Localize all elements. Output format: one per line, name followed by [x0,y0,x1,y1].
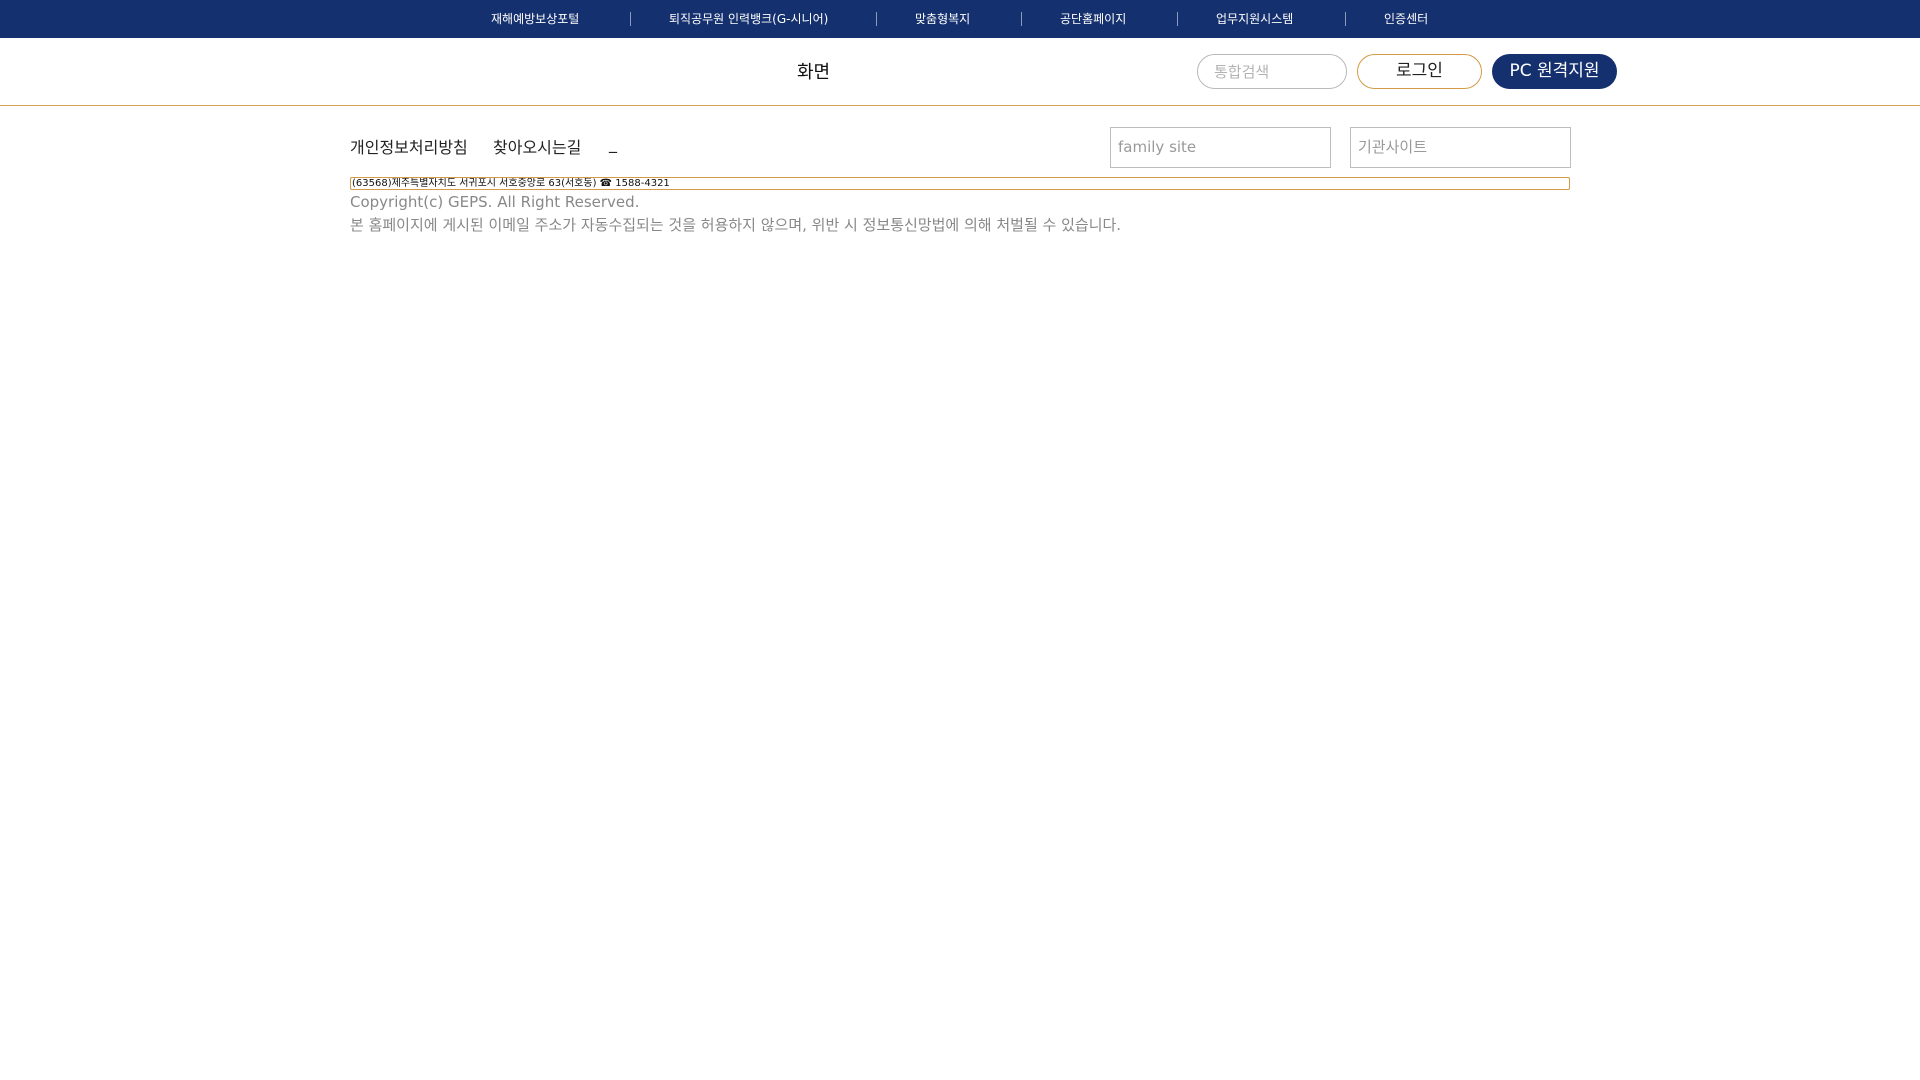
footer-address: (63568)제주특별자치도 서귀포시 서호중앙로 63(서호동) ☎ 1588… [350,177,1570,190]
directions-link[interactable]: 찾아오시는길 [493,134,581,158]
pc-remote-support-button[interactable]: PC 원격지원 [1492,54,1617,89]
topbar-link-disaster-portal[interactable]: 재해예방보상포털 [491,0,579,38]
privacy-policy-link[interactable]: 개인정보처리방침 [350,134,468,158]
topbar-link-work-system[interactable]: 업무지원시스템 [1216,0,1293,38]
agency-site-select[interactable]: 기관사이트 [1350,127,1571,168]
topbar-divider [1345,12,1346,26]
page-title: 화면 [797,62,831,83]
family-site-select[interactable]: family site [1110,127,1331,168]
topbar-link-corp-homepage[interactable]: 공단홈페이지 [1060,0,1126,38]
footer-email-notice: 본 홈페이지에 게시된 이메일 주소가 자동수집되는 것을 허용하지 않으며, … [350,216,1122,234]
topbar-link-g-senior[interactable]: 퇴직공무원 인력뱅크(G-시니어) [669,0,828,38]
search-input[interactable] [1197,54,1347,89]
site-header: 화면 로그인 PC 원격지원 [0,38,1920,106]
top-utility-bar: 재해예방보상포털 퇴직공무원 인력뱅크(G-시니어) 맞춤형복지 공단홈페이지 … [0,0,1920,38]
topbar-link-cert-center[interactable]: 인증센터 [1384,0,1428,38]
topbar-divider [876,12,877,26]
footer-extra-link[interactable]: _ [609,134,617,153]
footer-copyright: Copyright(c) GEPS. All Right Reserved. [350,193,640,211]
login-button[interactable]: 로그인 [1357,54,1482,89]
topbar-divider [1021,12,1022,26]
topbar-link-welfare[interactable]: 맞춤형복지 [915,0,970,38]
topbar-divider [1177,12,1178,26]
topbar-divider [630,12,631,26]
